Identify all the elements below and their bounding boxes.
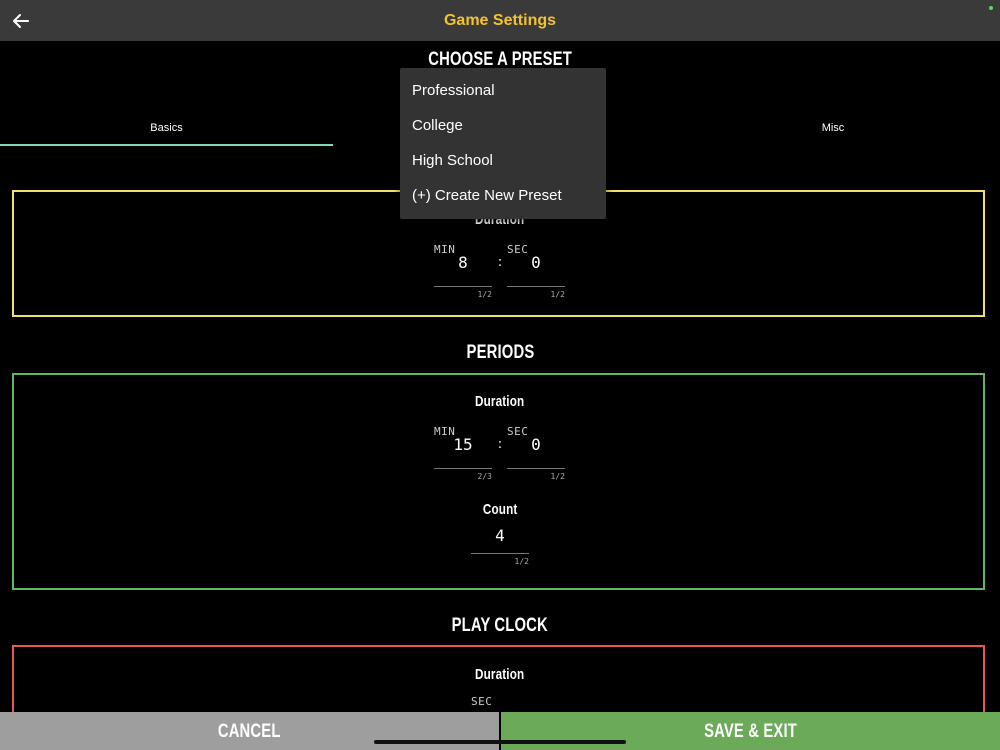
- seconds-value: 0: [531, 435, 541, 454]
- preset-dropdown-menu: Professional College High School (+) Cre…: [400, 68, 606, 219]
- minutes-hint: 2/3: [477, 472, 492, 481]
- menu-item-college[interactable]: College: [412, 117, 463, 134]
- count-value: 4: [495, 526, 505, 545]
- seconds-hint: 1/2: [550, 472, 565, 481]
- seconds-hint: 1/2: [550, 290, 565, 299]
- play-clock-duration-label: Duration: [475, 666, 525, 683]
- status-indicator: [989, 6, 993, 10]
- home-indicator[interactable]: [374, 740, 626, 744]
- save-exit-button[interactable]: SAVE & EXIT: [501, 712, 1000, 750]
- game-settings-screen: Game Settings CHOOSE A PRESET Basics Mis…: [0, 0, 1000, 750]
- periods-minutes-field[interactable]: MIN 15 2/3: [434, 425, 492, 481]
- overtime-minutes-field[interactable]: MIN 8 1/2: [434, 243, 492, 299]
- menu-item-create-new-preset[interactable]: (+) Create New Preset: [412, 187, 562, 204]
- bottom-action-bar: CANCEL SAVE & EXIT: [0, 712, 1000, 750]
- active-tab-indicator: [0, 144, 333, 146]
- tab-misc[interactable]: Misc: [666, 122, 1000, 134]
- periods-duration-label: Duration: [475, 393, 525, 410]
- count-hint: 1/2: [514, 557, 529, 566]
- page-title: Game Settings: [443, 12, 557, 29]
- play-clock-title: PLAY CLOCK: [451, 615, 549, 636]
- periods-seconds-field[interactable]: SEC 0 1/2: [507, 425, 565, 481]
- minutes-hint: 1/2: [477, 290, 492, 299]
- header-bar: Game Settings: [0, 0, 1000, 41]
- menu-item-professional[interactable]: Professional: [412, 82, 495, 99]
- time-separator: :: [497, 437, 503, 452]
- time-separator: :: [497, 255, 503, 270]
- tab-basics[interactable]: Basics: [0, 122, 333, 134]
- minutes-value: 15: [453, 435, 473, 454]
- seconds-unit-label: SEC: [471, 695, 493, 708]
- periods-title: PERIODS: [466, 342, 534, 363]
- periods-count-field[interactable]: 4 1/2: [471, 510, 529, 566]
- menu-item-high-school[interactable]: High School: [412, 152, 493, 169]
- seconds-value: 0: [531, 253, 541, 272]
- minutes-value: 8: [458, 253, 468, 272]
- cancel-button[interactable]: CANCEL: [0, 712, 499, 750]
- overtime-seconds-field[interactable]: SEC 0 1/2: [507, 243, 565, 299]
